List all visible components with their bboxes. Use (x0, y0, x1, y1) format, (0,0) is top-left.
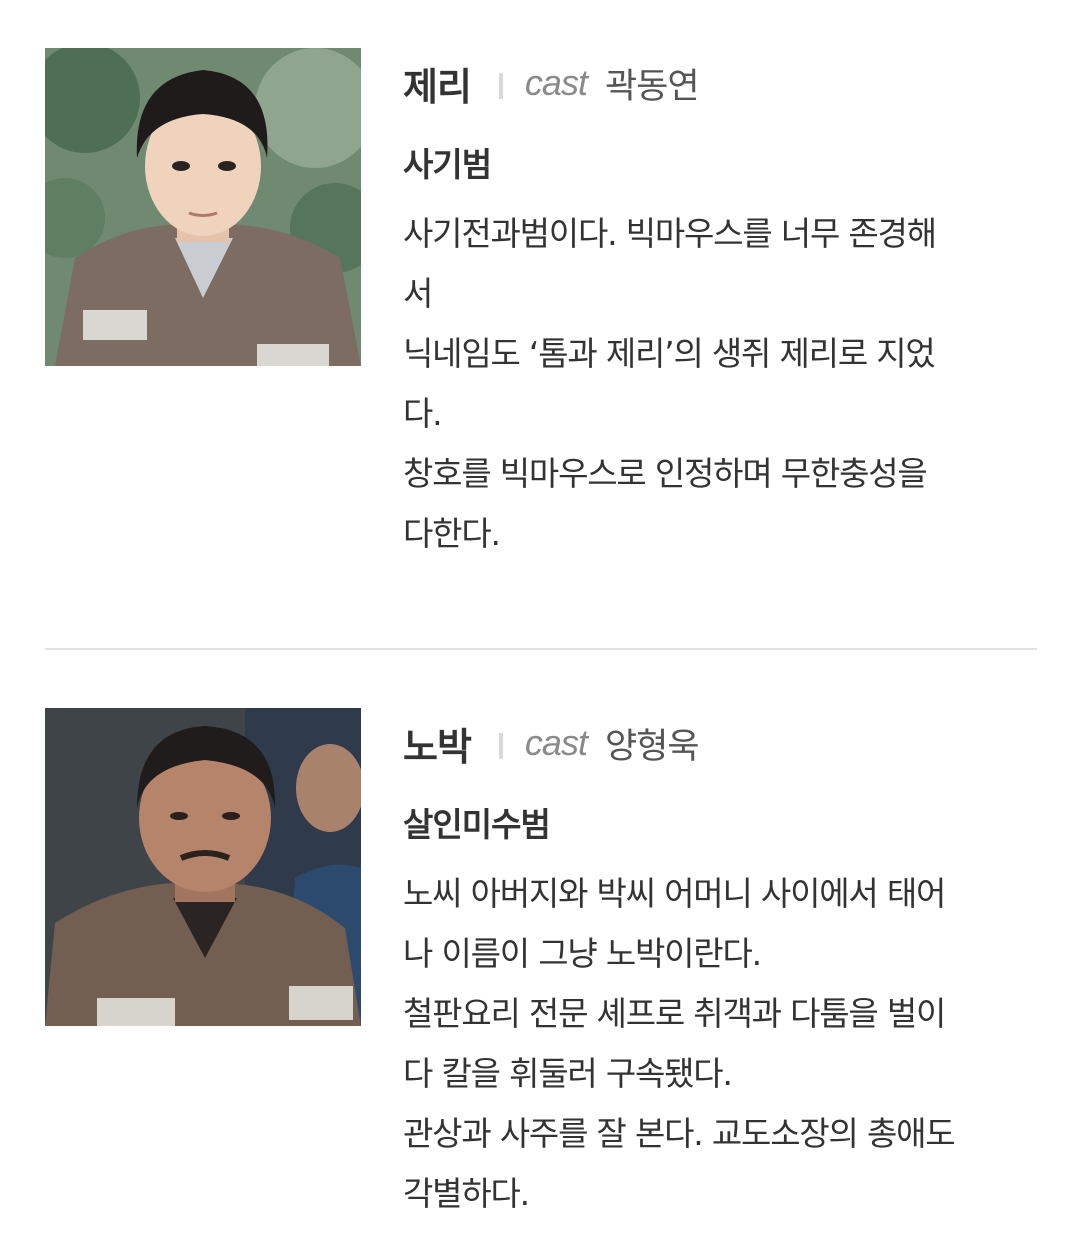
name-row: 제리 cast 곽동연 (403, 48, 1033, 118)
actor-name: 양형욱 (604, 726, 700, 767)
description-line: 서 (403, 274, 433, 313)
description-line: 각별하다. (403, 1174, 530, 1213)
description-line: 노씨 아버지와 박씨 어머니 사이에서 태어 (403, 874, 946, 913)
character-name: 노박 (403, 724, 472, 769)
description-line: 나 이름이 그냥 노박이란다. (403, 934, 762, 973)
description-line: 사기전과범이다. 빅마우스를 너무 존경해 (403, 214, 937, 253)
cast-label: cast (524, 722, 588, 763)
character-photo (45, 708, 361, 1026)
description-line: 철판요리 전문 셰프로 취객과 다툼을 벌이 (403, 994, 946, 1033)
character-name: 제리 (403, 64, 472, 109)
portrait-photo-icon (45, 48, 361, 366)
character-description: 노씨 아버지와 박씨 어머니 사이에서 태어 나 이름이 그냥 노박이란다. 철… (403, 864, 1021, 1224)
description-line: 다한다. (403, 514, 501, 553)
description-line: 다 칼을 휘둘러 구속됐다. (403, 1054, 733, 1093)
description-line: 창호를 빅마우스로 인정하며 무한충성을 (403, 454, 928, 493)
description-line: 닉네임도 ‘톰과 제리’의 생쥐 제리로 지었 (403, 334, 936, 373)
actor-name: 곽동연 (604, 66, 700, 107)
character-photo (45, 48, 361, 366)
name-row: 노박 cast 양형욱 (403, 708, 1033, 778)
character-role: 살인미수범 (403, 805, 551, 844)
description-line: 다. (403, 394, 443, 433)
name-divider (498, 73, 503, 99)
name-divider (498, 733, 503, 759)
section-divider (45, 648, 1037, 650)
character-info: 제리 cast 곽동연 사기범 사기전과범이다. 빅마우스를 너무 존경해 서 … (403, 48, 1033, 564)
character-info: 노박 cast 양형욱 살인미수범 노씨 아버지와 박씨 어머니 사이에서 태어… (403, 708, 1033, 1224)
description-line: 관상과 사주를 잘 본다. 교도소장의 총애도 (403, 1114, 956, 1153)
character-description: 사기전과범이다. 빅마우스를 너무 존경해 서 닉네임도 ‘톰과 제리’의 생쥐… (403, 204, 1021, 564)
portrait-photo-icon (45, 708, 361, 1026)
cast-label: cast (524, 62, 588, 103)
character-role: 사기범 (403, 145, 492, 184)
